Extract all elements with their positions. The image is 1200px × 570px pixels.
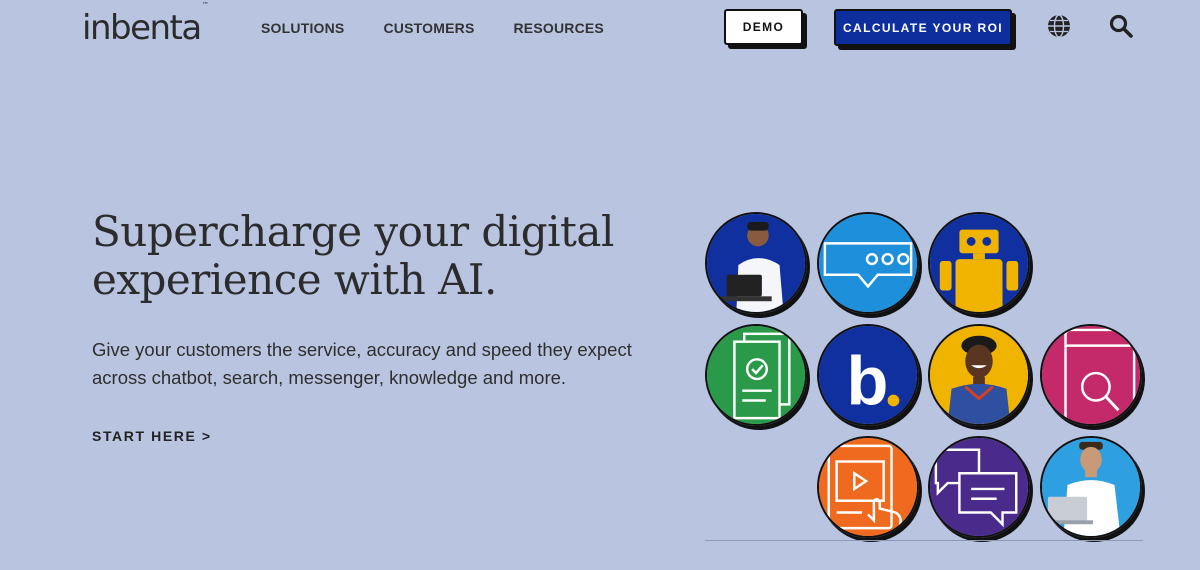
start-here-link[interactable]: START HERE > bbox=[92, 428, 212, 444]
logo[interactable]: inbenta™ bbox=[82, 1, 209, 48]
mobile-search-icon bbox=[1040, 324, 1142, 426]
hero-title: Supercharge your digital experience with… bbox=[92, 207, 614, 304]
smiling-woman-photo bbox=[928, 324, 1030, 426]
main-nav: SOLUTIONS CUSTOMERS RESOURCES bbox=[261, 20, 604, 36]
svg-text:b: b bbox=[846, 342, 888, 419]
man-laptop-photo bbox=[1040, 436, 1142, 538]
globe-icon[interactable] bbox=[1046, 13, 1072, 39]
calculate-roi-button[interactable]: CALCULATE YOUR ROI bbox=[834, 9, 1012, 46]
robot-icon bbox=[928, 212, 1030, 314]
nav-resources[interactable]: RESOURCES bbox=[513, 20, 603, 36]
document-check-icon bbox=[705, 324, 807, 426]
search-icon[interactable] bbox=[1108, 13, 1134, 39]
nav-solutions[interactable]: SOLUTIONS bbox=[261, 20, 344, 36]
messages-icon bbox=[928, 436, 1030, 538]
demo-button[interactable]: DEMO bbox=[724, 9, 803, 45]
divider bbox=[705, 540, 1143, 541]
hero-subtitle: Give your customers the service, accurac… bbox=[92, 339, 632, 388]
brand-b-icon: b bbox=[817, 324, 919, 426]
nav-customers[interactable]: CUSTOMERS bbox=[383, 20, 474, 36]
chat-bubble-icon bbox=[817, 212, 919, 314]
person-laptop-photo bbox=[705, 212, 807, 314]
video-touch-icon bbox=[817, 436, 919, 538]
